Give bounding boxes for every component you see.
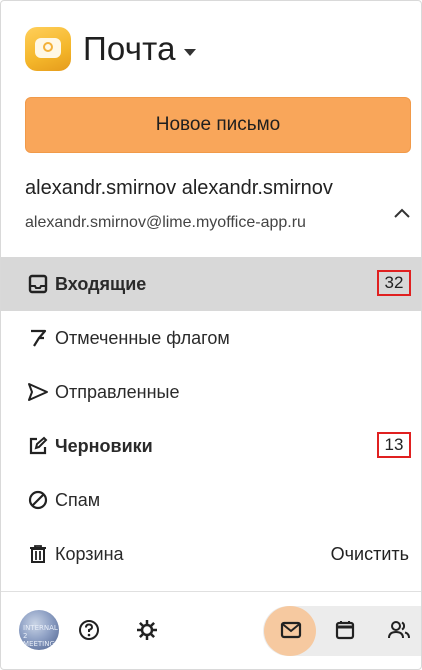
- mail-sidebar: Почта Новое письмо alexandr.smirnov alex…: [0, 0, 422, 670]
- account-email: alexandr.smirnov@lime.myoffice-app.ru: [25, 214, 306, 231]
- account-section: alexandr.smirnov alexandr.smirnov alexan…: [25, 177, 415, 232]
- mail-icon[interactable]: [277, 616, 305, 644]
- drafts-edit-icon: [27, 435, 49, 457]
- folder-label: Отмеченные флагом: [55, 327, 230, 348]
- folder-label: Входящие: [55, 273, 147, 294]
- avatar-text: INTERNAL 2 MEETING: [23, 624, 58, 648]
- flag-icon: [27, 327, 49, 349]
- app-header[interactable]: Почта: [25, 27, 196, 71]
- folder-sent[interactable]: Отправленные: [1, 365, 421, 419]
- folder-spam[interactable]: Спам: [1, 473, 421, 527]
- settings-icon[interactable]: [133, 616, 161, 644]
- app-title[interactable]: Почта: [83, 30, 176, 68]
- folder-label: Черновики: [55, 435, 153, 456]
- folder-inbox[interactable]: Входящие 32: [1, 257, 421, 311]
- folder-trash[interactable]: Корзина Очистить: [1, 527, 421, 581]
- send-icon: [27, 381, 49, 403]
- trash-icon: [27, 543, 49, 565]
- bottom-toolbar: INTERNAL 2 MEETING: [1, 591, 421, 669]
- new-message-button[interactable]: Новое письмо: [25, 97, 411, 153]
- help-icon[interactable]: [75, 616, 103, 644]
- folder-flagged[interactable]: Отмеченные флагом: [1, 311, 421, 365]
- inbox-icon: [27, 273, 49, 295]
- contacts-icon[interactable]: [385, 616, 413, 644]
- folder-label: Корзина: [55, 543, 124, 564]
- calendar-icon[interactable]: [331, 616, 359, 644]
- chevron-up-icon[interactable]: [391, 203, 413, 225]
- caret-down-icon[interactable]: [183, 48, 196, 56]
- unread-count-badge: 13: [377, 432, 411, 458]
- avatar[interactable]: INTERNAL 2 MEETING: [19, 610, 59, 650]
- folder-label: Спам: [55, 489, 101, 510]
- spam-icon: [27, 489, 49, 511]
- folder-drafts[interactable]: Черновики 13: [1, 419, 421, 473]
- empty-trash-button[interactable]: Очистить: [331, 544, 409, 565]
- account-name: alexandr.smirnov alexandr.smirnov: [25, 177, 333, 199]
- folder-label: Отправленные: [55, 381, 180, 402]
- mail-logo-icon: [25, 27, 71, 71]
- unread-count-badge: 32: [377, 270, 411, 296]
- folder-list: Входящие 32 Отмеченные флагом Отправленн…: [1, 257, 421, 581]
